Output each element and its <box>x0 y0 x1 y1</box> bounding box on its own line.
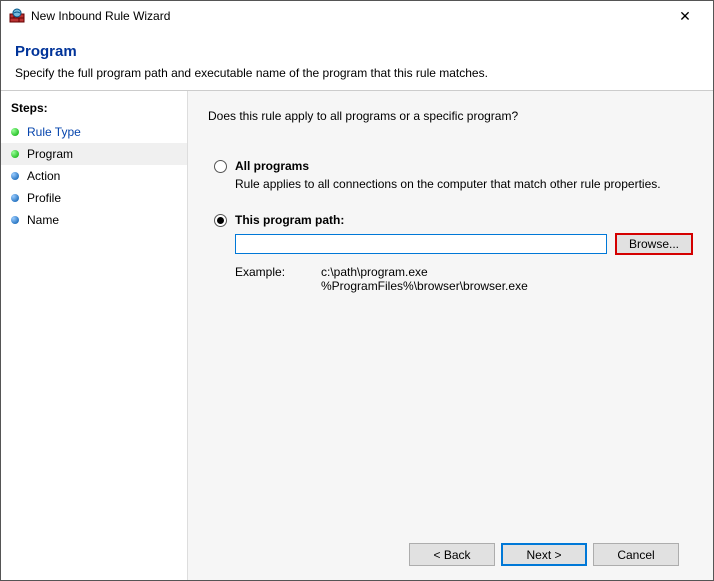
wizard-window: New Inbound Rule Wizard ✕ Program Specif… <box>0 0 714 581</box>
bullet-icon <box>11 216 19 224</box>
option-desc: Rule applies to all connections on the c… <box>235 177 693 191</box>
steps-label: Steps: <box>1 97 187 121</box>
bullet-icon <box>11 194 19 202</box>
titlebar: New Inbound Rule Wizard ✕ <box>1 1 713 31</box>
option-group: All programs Rule applies to all connect… <box>214 159 693 293</box>
firewall-icon <box>9 8 25 24</box>
back-button[interactable]: < Back <box>409 543 495 566</box>
window-title: New Inbound Rule Wizard <box>31 9 665 23</box>
step-label: Rule Type <box>27 125 81 139</box>
example-row: Example: c:\path\program.exe %ProgramFil… <box>235 265 693 293</box>
browse-button[interactable]: Browse... <box>615 233 693 255</box>
close-icon: ✕ <box>679 8 691 25</box>
option-program-path[interactable]: This program path: <box>214 213 693 227</box>
step-name[interactable]: Name <box>1 209 187 231</box>
question-text: Does this rule apply to all programs or … <box>208 109 693 123</box>
step-label: Program <box>27 147 73 161</box>
page-heading: Program <box>15 43 699 60</box>
footer-buttons: < Back Next > Cancel <box>208 529 693 580</box>
step-label: Action <box>27 169 60 183</box>
radio-icon <box>214 214 227 227</box>
program-path-row: Browse... <box>235 233 693 255</box>
body: Steps: Rule Type Program Action Profile … <box>1 90 713 580</box>
step-profile[interactable]: Profile <box>1 187 187 209</box>
example-paths: c:\path\program.exe %ProgramFiles%\brows… <box>321 265 528 293</box>
steps-sidebar: Steps: Rule Type Program Action Profile … <box>1 91 187 580</box>
radio-icon <box>214 160 227 173</box>
step-rule-type[interactable]: Rule Type <box>1 121 187 143</box>
bullet-icon <box>11 150 19 158</box>
option-all-programs[interactable]: All programs <box>214 159 693 173</box>
step-program[interactable]: Program <box>1 143 187 165</box>
cancel-button[interactable]: Cancel <box>593 543 679 566</box>
example-path-1: c:\path\program.exe <box>321 265 428 279</box>
option-label: This program path: <box>235 213 344 227</box>
example-path-2: %ProgramFiles%\browser\browser.exe <box>321 279 528 293</box>
close-button[interactable]: ✕ <box>665 2 705 30</box>
example-label: Example: <box>235 265 289 293</box>
next-button[interactable]: Next > <box>501 543 587 566</box>
bullet-icon <box>11 172 19 180</box>
step-label: Name <box>27 213 59 227</box>
option-label: All programs <box>235 159 309 173</box>
step-action[interactable]: Action <box>1 165 187 187</box>
step-label: Profile <box>27 191 61 205</box>
bullet-icon <box>11 128 19 136</box>
content-pane: Does this rule apply to all programs or … <box>187 91 713 580</box>
header: Program Specify the full program path an… <box>1 31 713 90</box>
page-subtitle: Specify the full program path and execut… <box>15 66 699 80</box>
program-path-input[interactable] <box>235 234 607 254</box>
